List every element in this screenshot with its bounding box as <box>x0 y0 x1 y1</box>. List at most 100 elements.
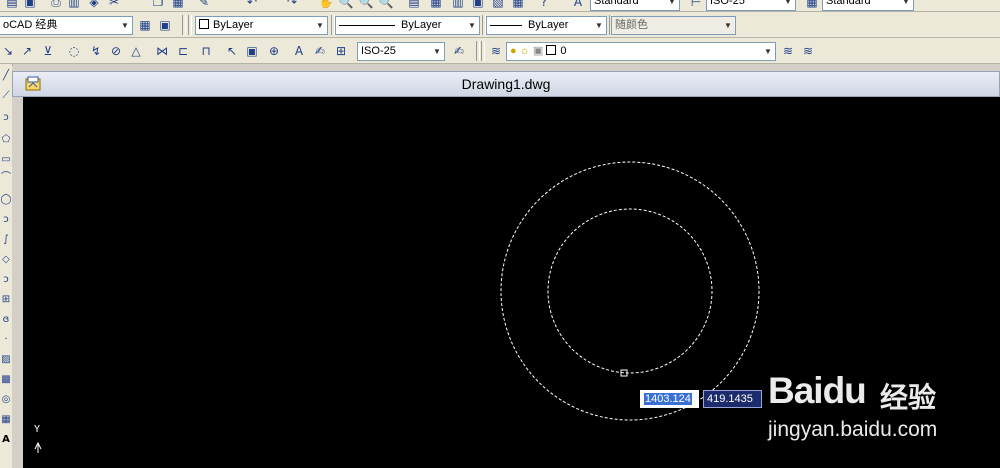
help-icon[interactable]: ? <box>536 0 552 10</box>
design-center-icon[interactable]: ▦ <box>428 0 444 10</box>
dim-linear-icon[interactable]: ↘ <box>0 43 16 59</box>
redo-icon[interactable]: ↷ <box>284 0 300 10</box>
construction-line-icon[interactable]: ⟋ <box>0 90 12 102</box>
dim-baseline-icon[interactable]: ⊏ <box>175 43 191 59</box>
linetype-select[interactable]: ByLayer ▼ <box>335 16 480 35</box>
properties-icon[interactable]: ▤ <box>406 0 422 10</box>
dim-continue-icon[interactable]: ⊓ <box>198 43 214 59</box>
chevron-down-icon: ▼ <box>724 21 732 30</box>
dim-style-select[interactable]: ISO-25 ▼ <box>706 0 796 11</box>
color-swatch-icon <box>199 19 209 29</box>
dim-update-icon[interactable]: ⊞ <box>333 43 349 59</box>
dim-ordinate-icon[interactable]: ⊻ <box>40 43 56 59</box>
drawing-title: Drawing1.dwg <box>461 76 551 92</box>
ucs-y-label: Y <box>34 424 41 435</box>
separator <box>182 15 186 35</box>
chevron-down-icon: ▼ <box>468 21 476 30</box>
layer-state-icon[interactable]: ▣ <box>157 17 173 33</box>
baidu-watermark: Baidu 经验 jingyan.baidu.com <box>768 360 1000 468</box>
dim-radius-icon[interactable]: ◌ <box>66 43 82 59</box>
table-icon[interactable]: ▦ <box>0 414 12 426</box>
make-block-icon[interactable]: ɞ <box>0 314 12 326</box>
separator <box>476 41 480 61</box>
polyline-icon[interactable]: ↄ <box>0 112 12 124</box>
point-icon[interactable]: · <box>0 334 12 346</box>
watermark-url: jingyan.baidu.com <box>768 418 938 441</box>
plot-icon[interactable]: ⎙ <box>48 0 64 10</box>
dynamic-input-x[interactable]: 1403.124 <box>640 390 699 408</box>
dynamic-input-y[interactable]: 419.1435 <box>703 390 762 408</box>
layer-previous-icon[interactable]: ≋ <box>780 43 796 59</box>
layer-manager-icon[interactable]: ▦ <box>137 17 153 33</box>
color-select[interactable]: ByLayer ▼ <box>195 16 328 35</box>
chevron-down-icon: ▼ <box>902 0 910 6</box>
zoom-realtime-icon[interactable]: 🔍 <box>338 0 354 10</box>
cut-icon[interactable]: ✂ <box>106 0 122 10</box>
chevron-down-icon: ▼ <box>121 21 129 30</box>
dim-jogged-icon[interactable]: ↯ <box>88 43 104 59</box>
dim-text-edit-icon[interactable]: ✍ <box>312 43 328 59</box>
layer-freeze-icon[interactable]: ☼ <box>520 45 530 57</box>
publish-icon[interactable]: ◈ <box>86 0 102 10</box>
ellipse-arc-icon[interactable]: ↄ <box>0 274 12 286</box>
zoom-window-icon[interactable]: 🔍 <box>358 0 374 10</box>
insert-block-icon[interactable]: ⊞ <box>0 294 12 306</box>
polygon-icon[interactable]: ⬠ <box>0 134 12 146</box>
inner-circle[interactable] <box>547 208 713 374</box>
layer-select[interactable]: ● ☼ ▣ 0 ▼ <box>506 42 776 61</box>
region-icon[interactable]: ◎ <box>0 394 12 406</box>
dim-style-current-select[interactable]: ISO-25 ▼ <box>357 42 445 61</box>
layer-color-icon <box>546 45 557 55</box>
new-file-icon[interactable]: ▤ <box>4 0 20 10</box>
text-style-select[interactable]: Standard ▼ <box>590 0 680 11</box>
dim-angular-icon[interactable]: △ <box>128 43 144 59</box>
sheet-set-icon[interactable]: ▣ <box>470 0 486 10</box>
dim-leader-icon[interactable]: ↖ <box>224 43 240 59</box>
mtext-icon[interactable]: A <box>0 434 12 446</box>
center-mark-icon[interactable]: ⊕ <box>266 43 282 59</box>
paste-icon[interactable]: ▦ <box>170 0 186 10</box>
match-prop-icon[interactable]: ✎ <box>196 0 212 10</box>
dim-quick-icon[interactable]: ⋈ <box>154 43 170 59</box>
chevron-down-icon: ▼ <box>595 21 603 30</box>
dim-diameter-icon[interactable]: ⊘ <box>108 43 124 59</box>
outer-circle[interactable] <box>500 161 760 421</box>
hatch-icon[interactable]: ▨ <box>0 354 12 366</box>
spline-icon[interactable]: ∫ <box>0 234 12 246</box>
line-icon[interactable]: ╱ <box>0 70 12 82</box>
table-style-select[interactable]: Standard ▼ <box>822 0 914 11</box>
drawing-titlebar: Drawing1.dwg <box>12 71 1000 97</box>
arc-icon[interactable]: ⌒ <box>0 172 12 184</box>
chevron-down-icon: ▼ <box>433 47 441 56</box>
lineweight-select[interactable]: ByLayer ▼ <box>486 16 607 35</box>
dim-style-manager-icon[interactable]: ✍ <box>451 43 467 59</box>
calculator-icon[interactable]: ▦ <box>510 0 526 10</box>
dim-edit-icon[interactable]: A <box>291 43 307 59</box>
layer-on-icon[interactable]: ● <box>510 45 517 57</box>
tolerance-icon[interactable]: ▣ <box>244 43 260 59</box>
dim-style-icon[interactable]: ⊢ <box>688 0 704 10</box>
markup-icon[interactable]: ▧ <box>490 0 506 10</box>
copy-icon[interactable]: ❐ <box>150 0 166 10</box>
revision-cloud-icon[interactable]: ↄ <box>0 214 12 226</box>
circle-icon[interactable]: ◯ <box>0 194 12 206</box>
dim-aligned-icon[interactable]: ↗ <box>19 43 35 59</box>
zoom-previous-icon[interactable]: 🔍 <box>378 0 394 10</box>
lineweight-preview <box>490 24 522 26</box>
preview-icon[interactable]: ▥ <box>66 0 82 10</box>
rectangle-icon[interactable]: ▭ <box>0 154 12 166</box>
layer-properties-icon[interactable]: ≋ <box>488 43 504 59</box>
standard-toolbar: ▤ ▣ ⎙ ▥ ◈ ✂ ❐ ▦ ✎ ↶ ↷ ✋ 🔍 🔍 🔍 ▤ ▦ ▥ ▣ ▧ … <box>0 0 1000 12</box>
undo-icon[interactable]: ↶ <box>244 0 260 10</box>
tool-palettes-icon[interactable]: ▥ <box>450 0 466 10</box>
plot-style-select[interactable]: 随颜色 ▼ <box>611 16 736 35</box>
table-style-icon[interactable]: ▦ <box>804 0 820 10</box>
gradient-icon[interactable]: ▩ <box>0 374 12 386</box>
ellipse-icon[interactable]: ◇ <box>0 254 12 266</box>
save-icon[interactable]: ▣ <box>22 0 38 10</box>
pan-icon[interactable]: ✋ <box>318 0 334 10</box>
layer-isolate-icon[interactable]: ≋ <box>800 43 816 59</box>
workspace-select[interactable]: oCAD 经典 ▼ <box>0 16 133 35</box>
layer-lock-icon[interactable]: ▣ <box>533 45 543 57</box>
text-style-icon[interactable]: A <box>570 0 586 10</box>
